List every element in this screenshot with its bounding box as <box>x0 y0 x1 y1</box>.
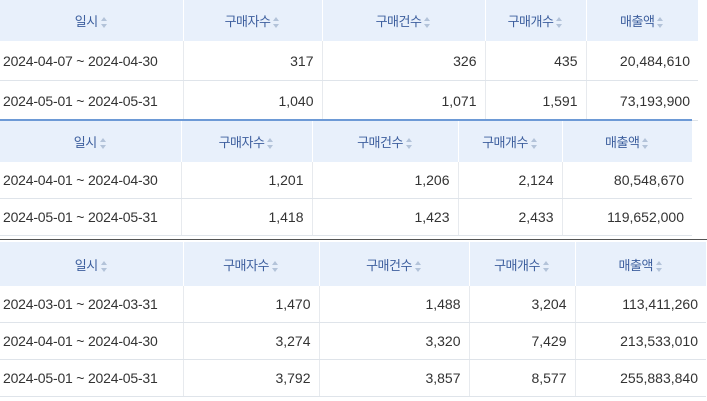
cell-buyers: 1,470 <box>183 286 320 323</box>
column-header-items[interactable]: 구매개수 <box>458 121 563 162</box>
cell-orders: 326 <box>322 41 486 81</box>
column-header-label: 구매자수 <box>223 257 269 273</box>
column-header-sales[interactable]: 매출액 <box>562 121 692 162</box>
column-header-buyers[interactable]: 구매자수 <box>183 242 320 286</box>
table-row: 2024-04-07 ~ 2024-04-30 317 326 435 20,4… <box>0 41 698 81</box>
column-header-label: 구매건수 <box>375 14 422 29</box>
cell-sales: 20,484,610 <box>586 41 698 81</box>
cell-items: 1,591 <box>485 80 587 121</box>
sort-icon[interactable] <box>414 260 422 272</box>
cell-items: 2,124 <box>458 162 563 199</box>
sort-icon[interactable] <box>556 17 563 29</box>
cell-items: 7,429 <box>469 322 576 360</box>
cell-buyers: 1,201 <box>181 162 313 199</box>
sort-icon[interactable] <box>424 17 431 29</box>
cell-items: 8,577 <box>469 359 576 397</box>
column-header-buyers[interactable]: 구매자수 <box>183 0 323 41</box>
cell-orders: 1,488 <box>319 286 470 323</box>
column-header-orders[interactable]: 구매건수 <box>319 242 470 286</box>
table-header-row: 일시 구매자수 구매건수 구매개수 매출액 <box>0 0 698 41</box>
stats-table-1: 일시 구매자수 구매건수 구매개수 매출액 2024-04-07 ~ 2024-… <box>0 0 698 121</box>
table-row: 2024-05-01 ~ 2024-05-31 3,792 3,857 8,57… <box>0 359 706 397</box>
sort-icon[interactable] <box>271 260 279 272</box>
sort-icon[interactable] <box>100 260 108 272</box>
cell-orders: 1,423 <box>312 198 459 236</box>
cell-period: 2024-04-01 ~ 2024-04-30 <box>0 322 184 360</box>
cell-buyers: 3,274 <box>183 322 320 360</box>
column-header-orders[interactable]: 구매건수 <box>312 121 459 162</box>
table-header-row: 일시 구매자수 구매건수 구매개수 매출액 <box>0 242 706 286</box>
cell-orders: 3,320 <box>319 322 470 360</box>
cell-sales: 113,411,260 <box>575 286 706 323</box>
cell-buyers: 3,792 <box>183 359 320 397</box>
sort-icon[interactable] <box>100 17 108 29</box>
table-row: 2024-05-01 ~ 2024-05-31 1,040 1,071 1,59… <box>0 80 698 121</box>
cell-sales: 80,548,670 <box>562 162 692 199</box>
column-header-label: 일시 <box>74 14 98 29</box>
cell-orders: 1,071 <box>322 80 486 121</box>
cell-buyers: 1,040 <box>183 80 323 121</box>
stats-table-2: 일시 구매자수 구매건수 구매개수 매출액 2024-04-01 ~ 2024-… <box>0 121 692 236</box>
cell-buyers: 1,418 <box>181 198 313 236</box>
column-header-sales[interactable]: 매출액 <box>575 242 706 286</box>
cell-sales: 119,652,000 <box>562 198 692 236</box>
table-row: 2024-03-01 ~ 2024-03-31 1,470 1,488 3,20… <box>0 286 706 323</box>
cell-orders: 3,857 <box>319 359 470 397</box>
column-header-date[interactable]: 일시 <box>0 242 184 286</box>
sort-icon[interactable] <box>99 138 107 150</box>
sort-icon[interactable] <box>273 17 280 29</box>
cell-sales: 255,883,840 <box>575 359 706 397</box>
cell-period: 2024-05-01 ~ 2024-05-31 <box>0 198 182 236</box>
cell-items: 3,204 <box>469 286 576 323</box>
column-header-sales[interactable]: 매출액 <box>586 0 698 41</box>
sort-icon[interactable] <box>655 260 663 272</box>
cell-sales: 73,193,900 <box>586 80 698 121</box>
sort-icon[interactable] <box>267 138 274 150</box>
column-header-label: 구매자수 <box>218 135 265 150</box>
column-header-label: 매출액 <box>605 135 640 150</box>
cell-period: 2024-05-01 ~ 2024-05-31 <box>0 359 184 397</box>
column-header-label: 구매개수 <box>494 257 540 273</box>
table-row: 2024-05-01 ~ 2024-05-31 1,418 1,423 2,43… <box>0 198 692 236</box>
column-header-date[interactable]: 일시 <box>0 0 184 41</box>
table-row: 2024-04-01 ~ 2024-04-30 1,201 1,206 2,12… <box>0 162 692 199</box>
column-header-label: 일시 <box>73 135 97 150</box>
cell-period: 2024-03-01 ~ 2024-03-31 <box>0 286 184 323</box>
cell-period: 2024-04-07 ~ 2024-04-30 <box>0 41 184 81</box>
column-header-orders[interactable]: 구매건수 <box>322 0 486 41</box>
table-header-row: 일시 구매자수 구매건수 구매개수 매출액 <box>0 121 692 162</box>
column-header-items[interactable]: 구매개수 <box>469 242 576 286</box>
cell-items: 2,433 <box>458 198 563 236</box>
cell-items: 435 <box>485 41 587 81</box>
column-header-buyers[interactable]: 구매자수 <box>181 121 313 162</box>
column-header-label: 구매건수 <box>366 257 412 273</box>
column-header-label: 구매자수 <box>224 14 271 29</box>
cell-period: 2024-05-01 ~ 2024-05-31 <box>0 80 184 121</box>
sort-icon[interactable] <box>642 138 649 150</box>
column-header-label: 매출액 <box>620 14 655 29</box>
cell-period: 2024-04-01 ~ 2024-04-30 <box>0 162 182 199</box>
sort-icon[interactable] <box>657 17 664 29</box>
column-header-label: 구매건수 <box>357 135 403 150</box>
sort-icon[interactable] <box>542 260 550 272</box>
column-header-date[interactable]: 일시 <box>0 121 182 162</box>
column-header-items[interactable]: 구매개수 <box>485 0 587 41</box>
cell-buyers: 317 <box>183 41 323 81</box>
column-header-label: 구매개수 <box>482 135 528 150</box>
table-divider <box>0 239 707 240</box>
sort-icon[interactable] <box>530 138 538 150</box>
cell-orders: 1,206 <box>312 162 459 199</box>
column-header-label: 구매개수 <box>507 14 554 29</box>
cell-sales: 213,533,010 <box>575 322 706 360</box>
table-row: 2024-04-01 ~ 2024-04-30 3,274 3,320 7,42… <box>0 322 706 360</box>
sort-icon[interactable] <box>405 138 413 150</box>
column-header-label: 일시 <box>74 257 98 273</box>
column-header-label: 매출액 <box>618 257 654 273</box>
stats-table-3: 일시 구매자수 구매건수 구매개수 매출액 2024-03-01 ~ 2024-… <box>0 242 706 397</box>
